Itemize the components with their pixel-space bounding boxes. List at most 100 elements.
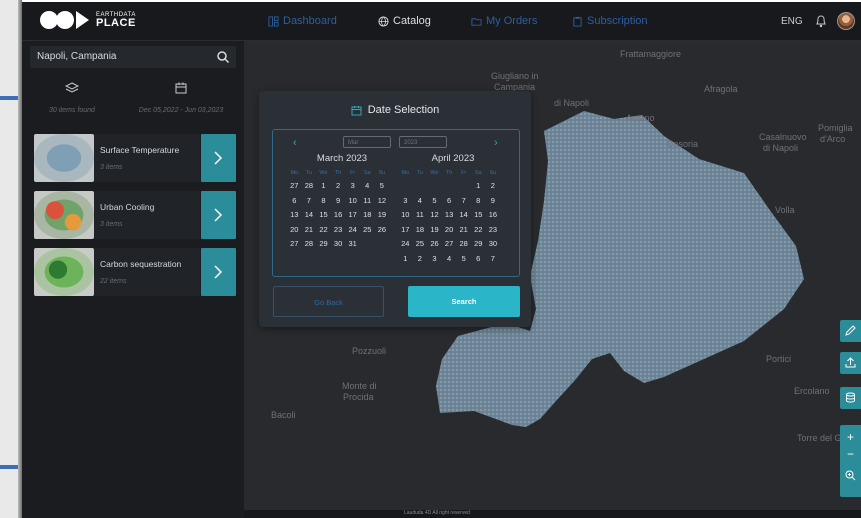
day-cell[interactable]: 2 xyxy=(486,180,501,193)
day-cell[interactable]: 11 xyxy=(413,209,428,222)
day-cell[interactable]: 22 xyxy=(471,224,486,237)
day-cell[interactable]: 29 xyxy=(316,238,331,251)
day-cell[interactable]: 26 xyxy=(427,238,442,251)
day-cell[interactable]: 6 xyxy=(471,253,486,266)
layers-button[interactable] xyxy=(840,387,861,409)
day-cell[interactable]: 23 xyxy=(486,224,501,237)
day-cell[interactable]: 28 xyxy=(456,238,471,251)
day-cell[interactable]: 8 xyxy=(471,195,486,208)
day-cell[interactable]: 16 xyxy=(486,209,501,222)
day-cell[interactable]: 3 xyxy=(345,180,360,193)
day-cell[interactable]: 2 xyxy=(331,180,346,193)
search-icon[interactable] xyxy=(216,50,230,64)
day-cell[interactable]: 10 xyxy=(345,195,360,208)
language-selector[interactable]: ENG xyxy=(781,16,803,27)
day-cell[interactable]: 28 xyxy=(302,180,317,193)
day-cell[interactable]: 20 xyxy=(287,224,302,237)
day-cell[interactable]: 20 xyxy=(442,224,457,237)
day-cell[interactable]: 17 xyxy=(345,209,360,222)
day-cell[interactable]: 12 xyxy=(375,195,390,208)
day-cell[interactable]: 26 xyxy=(375,224,390,237)
day-cell[interactable]: 9 xyxy=(331,195,346,208)
nav-catalog[interactable]: Catalog xyxy=(378,15,431,27)
day-cell[interactable]: 17 xyxy=(398,224,413,237)
day-cell[interactable]: 4 xyxy=(360,180,375,193)
draw-tool-button[interactable] xyxy=(840,320,861,342)
nav-dashboard[interactable]: Dashboard xyxy=(268,15,337,27)
day-cell[interactable]: 28 xyxy=(302,238,317,251)
day-cell[interactable]: 11 xyxy=(360,195,375,208)
day-cell[interactable]: 29 xyxy=(471,238,486,251)
open-card-button[interactable] xyxy=(201,248,236,296)
nav-subscription[interactable]: Subscription xyxy=(572,15,648,27)
day-cell[interactable]: 10 xyxy=(398,209,413,222)
day-cell[interactable]: 14 xyxy=(302,209,317,222)
year-input[interactable]: 2023 xyxy=(399,136,447,148)
day-cell[interactable]: 5 xyxy=(427,195,442,208)
day-cell[interactable]: 21 xyxy=(456,224,471,237)
next-month-button[interactable]: › xyxy=(494,137,498,149)
day-cell[interactable]: 4 xyxy=(442,253,457,266)
day-cell[interactable]: 1 xyxy=(316,180,331,193)
day-cell[interactable]: 15 xyxy=(471,209,486,222)
day-cell[interactable]: 12 xyxy=(427,209,442,222)
day-cell[interactable]: 30 xyxy=(486,238,501,251)
day-cell[interactable]: 5 xyxy=(375,180,390,193)
open-card-button[interactable] xyxy=(201,191,236,239)
day-cell[interactable]: 25 xyxy=(360,224,375,237)
day-cell[interactable]: 18 xyxy=(360,209,375,222)
day-cell[interactable]: 8 xyxy=(316,195,331,208)
zoom-in-button[interactable]: + xyxy=(840,431,861,443)
bell-icon[interactable] xyxy=(815,14,827,28)
upload-button[interactable] xyxy=(840,352,861,374)
day-cell[interactable]: 22 xyxy=(316,224,331,237)
day-cell[interactable]: 6 xyxy=(287,195,302,208)
day-cell[interactable]: 3 xyxy=(427,253,442,266)
day-cell[interactable]: 23 xyxy=(331,224,346,237)
nav-my-orders[interactable]: My Orders xyxy=(471,15,537,27)
day-cell[interactable]: 1 xyxy=(398,253,413,266)
day-cell[interactable]: 9 xyxy=(486,195,501,208)
date-range-info[interactable]: Dec 05,2022 - Jun 03,2023 xyxy=(126,81,236,117)
day-cell[interactable]: 25 xyxy=(413,238,428,251)
day-cell[interactable]: 7 xyxy=(456,195,471,208)
weekday-header: Tu xyxy=(416,170,423,176)
day-cell[interactable]: 3 xyxy=(398,195,413,208)
go-back-button[interactable]: Go Back xyxy=(273,286,384,317)
day-cell[interactable]: 13 xyxy=(287,209,302,222)
product-card[interactable]: Urban Cooling 3 items xyxy=(34,191,236,239)
day-cell[interactable]: 30 xyxy=(331,238,346,251)
search-input[interactable]: Napoli, Campania xyxy=(30,46,236,68)
day-cell[interactable]: 7 xyxy=(486,253,501,266)
day-cell[interactable]: 18 xyxy=(413,224,428,237)
day-cell[interactable]: 6 xyxy=(442,195,457,208)
product-card[interactable]: Carbon sequestration 22 items xyxy=(34,248,236,296)
day-cell[interactable]: 27 xyxy=(442,238,457,251)
prev-month-button[interactable]: ‹ xyxy=(293,137,297,149)
day-cell[interactable]: 19 xyxy=(375,209,390,222)
day-cell[interactable]: 1 xyxy=(471,180,486,193)
logo[interactable]: EARTHDATA PLACE xyxy=(40,11,136,29)
day-cell[interactable]: 14 xyxy=(456,209,471,222)
day-cell[interactable]: 27 xyxy=(287,238,302,251)
day-cell[interactable]: 7 xyxy=(302,195,317,208)
day-cell[interactable]: 31 xyxy=(345,238,360,251)
day-cell[interactable]: 16 xyxy=(331,209,346,222)
day-cell[interactable]: 19 xyxy=(427,224,442,237)
day-cell[interactable]: 24 xyxy=(398,238,413,251)
avatar[interactable] xyxy=(837,12,855,30)
search-button[interactable]: Search xyxy=(408,286,520,317)
product-card[interactable]: Surface Temperature 3 items xyxy=(34,134,236,182)
zoom-search-icon[interactable] xyxy=(845,470,856,481)
day-cell[interactable]: 21 xyxy=(302,224,317,237)
day-cell[interactable]: 4 xyxy=(413,195,428,208)
zoom-out-button[interactable]: − xyxy=(840,448,861,460)
day-cell[interactable]: 13 xyxy=(442,209,457,222)
day-cell[interactable]: 2 xyxy=(413,253,428,266)
day-cell[interactable]: 27 xyxy=(287,180,302,193)
open-card-button[interactable] xyxy=(201,134,236,182)
day-cell[interactable]: 24 xyxy=(345,224,360,237)
day-cell[interactable]: 15 xyxy=(316,209,331,222)
month-input[interactable]: Mar xyxy=(343,136,391,148)
day-cell[interactable]: 5 xyxy=(456,253,471,266)
